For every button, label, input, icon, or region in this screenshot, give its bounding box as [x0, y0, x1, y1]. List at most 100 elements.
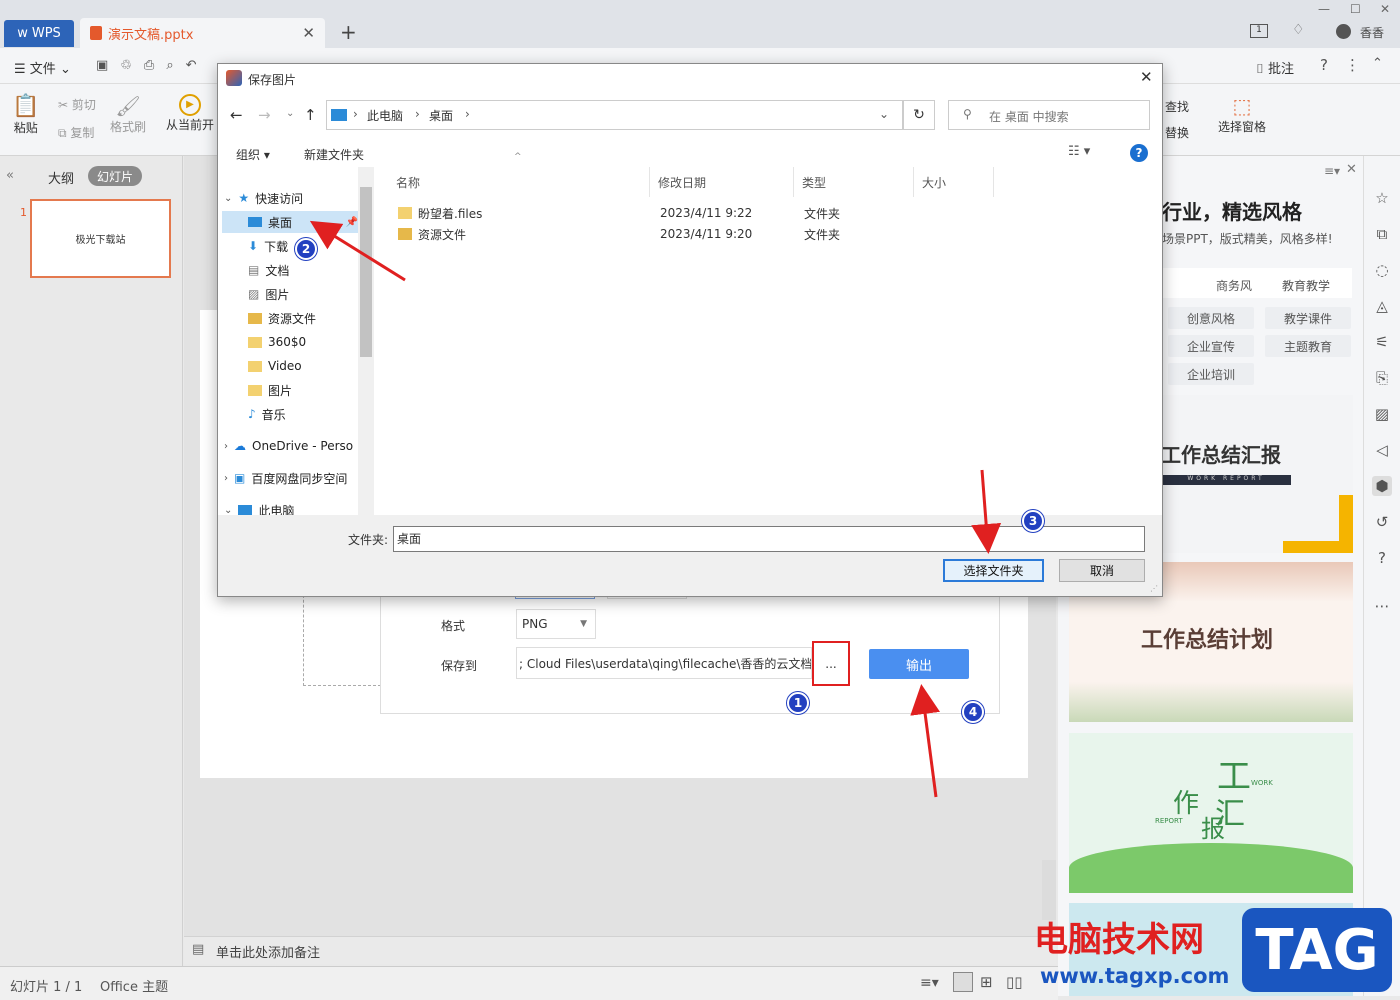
- dialog-close-icon[interactable]: ✕: [1140, 68, 1153, 86]
- file-row[interactable]: 资源文件 2023/4/11 9:20 文件夹: [388, 224, 988, 244]
- review-button[interactable]: ⌷ 批注: [1256, 58, 1294, 77]
- refresh-icon[interactable]: ↻: [903, 100, 935, 130]
- user-name[interactable]: 香香: [1360, 24, 1384, 41]
- organize-button[interactable]: 组织 ▾: [236, 146, 270, 163]
- more-tools-icon[interactable]: ⋯: [1372, 596, 1392, 616]
- notes-bar[interactable]: ▤ 单击此处添加备注: [184, 936, 1056, 964]
- output-button[interactable]: 输出: [869, 649, 969, 679]
- format-painter-button[interactable]: 🖌 格式刷: [110, 94, 146, 135]
- maximize-icon[interactable]: ☐: [1350, 2, 1361, 16]
- replace-button[interactable]: 替换: [1165, 124, 1189, 141]
- collapse-ribbon-icon[interactable]: ⌃: [1372, 56, 1383, 71]
- nav-quick-access[interactable]: 快速访问: [255, 190, 303, 207]
- sound-icon[interactable]: ◁: [1372, 440, 1392, 460]
- template-icon[interactable]: ⬢: [1372, 476, 1392, 496]
- tag-courseware[interactable]: 教学课件: [1265, 307, 1351, 329]
- collapse-panel-icon[interactable]: «: [6, 168, 14, 183]
- expand-icon[interactable]: ⌄: [224, 193, 232, 204]
- quick-access-icons[interactable]: ▣♲⎙⌕↶: [96, 58, 209, 73]
- up-icon[interactable]: ↑: [304, 106, 317, 124]
- tag-training[interactable]: 企业培训: [1168, 363, 1254, 385]
- new-folder-button[interactable]: 新建文件夹: [304, 146, 364, 163]
- expand-icon[interactable]: ⌄: [224, 505, 232, 516]
- crumb-desktop[interactable]: 桌面: [429, 107, 453, 124]
- layers-icon[interactable]: ⧉: [1372, 224, 1392, 244]
- tab-slides[interactable]: 幻灯片: [88, 166, 142, 186]
- nav-pictures[interactable]: 图片: [265, 286, 289, 303]
- nav-music[interactable]: 音乐: [262, 406, 286, 423]
- play-from-current-button[interactable]: ▶ 从当前开: [166, 94, 214, 133]
- file-row[interactable]: 盼望着.files 2023/4/11 9:22 文件夹: [388, 203, 988, 223]
- image-icon[interactable]: ⎘: [1372, 368, 1392, 388]
- tag-theme-edu[interactable]: 主题教育: [1265, 335, 1351, 357]
- crumb-pc[interactable]: 此电脑: [367, 107, 403, 124]
- cancel-button[interactable]: 取消: [1059, 559, 1145, 582]
- skin-icon[interactable]: ♢: [1292, 22, 1305, 38]
- normal-view-icon[interactable]: [953, 972, 973, 992]
- select-pane-button[interactable]: ⬚ 选择窗格: [1218, 94, 1266, 135]
- history-icon[interactable]: ↺: [1372, 512, 1392, 532]
- picture-icon[interactable]: ▨: [1372, 404, 1392, 424]
- help-circle-icon[interactable]: ?: [1372, 548, 1392, 568]
- browse-button[interactable]: ...: [812, 641, 850, 686]
- dialog-help-icon[interactable]: ?: [1130, 144, 1148, 162]
- shapes-icon[interactable]: ◌: [1372, 260, 1392, 280]
- theme-name[interactable]: Office 主题: [100, 976, 168, 995]
- document-tab[interactable]: 演示文稿.pptx ✕: [80, 18, 325, 48]
- new-tab-icon[interactable]: +: [340, 20, 357, 44]
- fill-icon[interactable]: ◬: [1372, 296, 1392, 316]
- reading-view-icon[interactable]: ▯▯: [1006, 973, 1023, 991]
- notes-toggle-icon[interactable]: ≡▾: [920, 975, 939, 991]
- select-folder-button[interactable]: 选择文件夹: [943, 559, 1044, 582]
- paste-button[interactable]: 📋 粘贴: [12, 94, 39, 136]
- close-tab-icon[interactable]: ✕: [302, 24, 315, 42]
- nav-video[interactable]: Video: [268, 359, 302, 373]
- panel-menu-icon[interactable]: ≡▾: [1324, 164, 1340, 178]
- format-select[interactable]: PNG ▼: [516, 609, 596, 639]
- address-bar[interactable]: › 此电脑 › 桌面 › ⌄: [326, 100, 903, 130]
- resize-grip-icon[interactable]: ⋰: [1150, 584, 1158, 593]
- nav-scrollbar[interactable]: [358, 167, 374, 515]
- find-button[interactable]: 查找: [1165, 98, 1189, 115]
- adjust-icon[interactable]: ⚟: [1372, 332, 1392, 352]
- nav-onedrive[interactable]: OneDrive - Perso: [252, 439, 353, 453]
- sorter-view-icon[interactable]: ⊞: [980, 973, 993, 991]
- avatar[interactable]: [1336, 24, 1351, 39]
- tag-promo[interactable]: 企业宣传: [1168, 335, 1254, 357]
- tab-outline[interactable]: 大纲: [48, 168, 74, 187]
- nav-baidu[interactable]: 百度网盘同步空间: [251, 470, 347, 487]
- view-options-icon[interactable]: ☷ ▾: [1068, 144, 1090, 159]
- column-date[interactable]: 修改日期: [650, 167, 794, 197]
- address-dropdown-icon[interactable]: ⌄: [879, 107, 889, 121]
- template-card-3[interactable]: 工 作 汇 报 WORK REPORT: [1069, 733, 1353, 893]
- nav-360[interactable]: 360$0: [268, 335, 306, 349]
- collapse-icon[interactable]: ›: [224, 473, 228, 484]
- close-window-icon[interactable]: ✕: [1380, 2, 1390, 16]
- nav-documents[interactable]: 文档: [265, 262, 289, 279]
- tag-business[interactable]: 商务风: [1205, 274, 1263, 296]
- back-icon[interactable]: ←: [230, 106, 243, 124]
- search-box[interactable]: ⚲ 在 桌面 中搜索: [948, 100, 1150, 130]
- tag-creative[interactable]: 创意风格: [1168, 307, 1254, 329]
- close-panel-icon[interactable]: ✕: [1346, 162, 1357, 177]
- column-name[interactable]: 名称: [388, 167, 650, 197]
- nav-resources[interactable]: 资源文件: [268, 310, 316, 327]
- nav-desktop[interactable]: 桌面: [268, 214, 292, 231]
- wps-home-tab[interactable]: ᴡ WPS: [4, 20, 74, 47]
- star-icon[interactable]: ☆: [1372, 188, 1392, 208]
- nav-pictures-2[interactable]: 图片: [268, 382, 292, 399]
- tag-education[interactable]: 教育教学: [1271, 274, 1341, 296]
- canvas-scrollbar[interactable]: [1042, 860, 1056, 920]
- slide-thumbnail[interactable]: 极光下载站: [30, 199, 171, 278]
- column-size[interactable]: 大小: [914, 167, 994, 197]
- column-type[interactable]: 类型: [794, 167, 914, 197]
- minimize-icon[interactable]: —: [1318, 2, 1330, 16]
- copy-button[interactable]: ⧉ 复制: [58, 124, 94, 141]
- cut-button[interactable]: ✂ 剪切: [58, 96, 96, 113]
- window-count-icon[interactable]: 1: [1250, 24, 1268, 38]
- forward-icon[interactable]: →: [258, 106, 271, 124]
- save-path-field[interactable]: ; Cloud Files\userdata\qing\filecache\香香…: [516, 647, 812, 679]
- file-menu[interactable]: ☰ 文件 ⌄: [14, 58, 71, 77]
- nav-downloads[interactable]: 下载: [264, 238, 288, 255]
- collapse-icon[interactable]: ›: [224, 441, 228, 452]
